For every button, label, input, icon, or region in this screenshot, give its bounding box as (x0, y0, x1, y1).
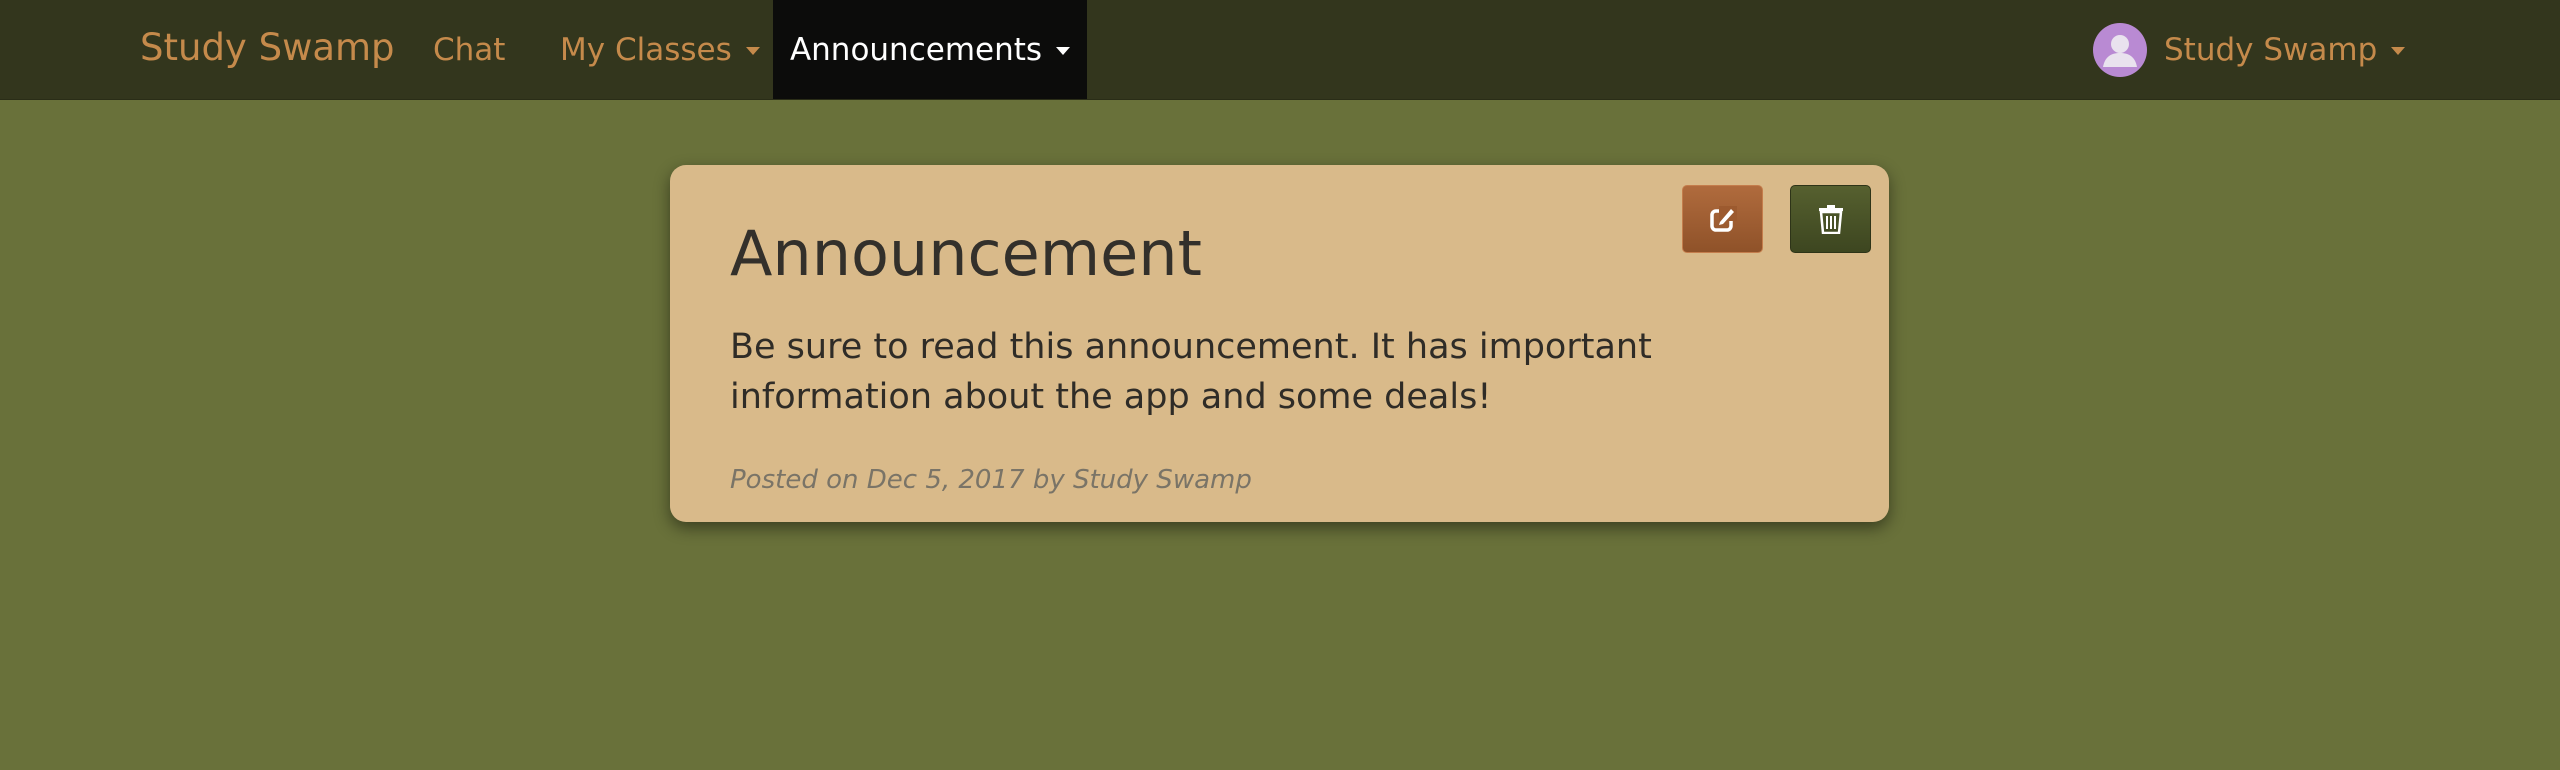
nav-item-label: My Classes (560, 31, 732, 68)
edit-icon (1709, 206, 1737, 232)
nav-item-label: Chat (433, 31, 506, 68)
delete-button[interactable] (1790, 185, 1871, 253)
announcement-body: Be sure to read this announcement. It ha… (730, 327, 1652, 417)
trash-icon (1818, 205, 1843, 234)
nav-item-my-classes[interactable]: My Classes (560, 0, 760, 99)
announcement-meta: Posted on Dec 5, 2017 by Study Swamp (730, 465, 1252, 495)
nav-item-announcements[interactable]: Announcements (773, 0, 1087, 99)
caret-down-icon (745, 47, 760, 55)
edit-button[interactable] (1682, 185, 1763, 253)
brand-link[interactable]: Study Swamp (140, 26, 395, 69)
nav-item-label: Announcements (789, 31, 1043, 68)
top-navbar: Study Swamp Chat My Classes Announcement… (0, 0, 2560, 100)
user-avatar-icon (2093, 22, 2147, 77)
announcement-card: Announcement Be sure to read this announ… (670, 165, 1889, 522)
caret-down-icon (1056, 47, 1071, 55)
nav-item-chat[interactable]: Chat (433, 0, 505, 99)
user-name: Study Swamp (2164, 31, 2378, 68)
announcement-title: Announcement (730, 217, 1202, 290)
user-menu[interactable]: Study Swamp (2093, 0, 2406, 99)
caret-down-icon (2391, 47, 2406, 55)
